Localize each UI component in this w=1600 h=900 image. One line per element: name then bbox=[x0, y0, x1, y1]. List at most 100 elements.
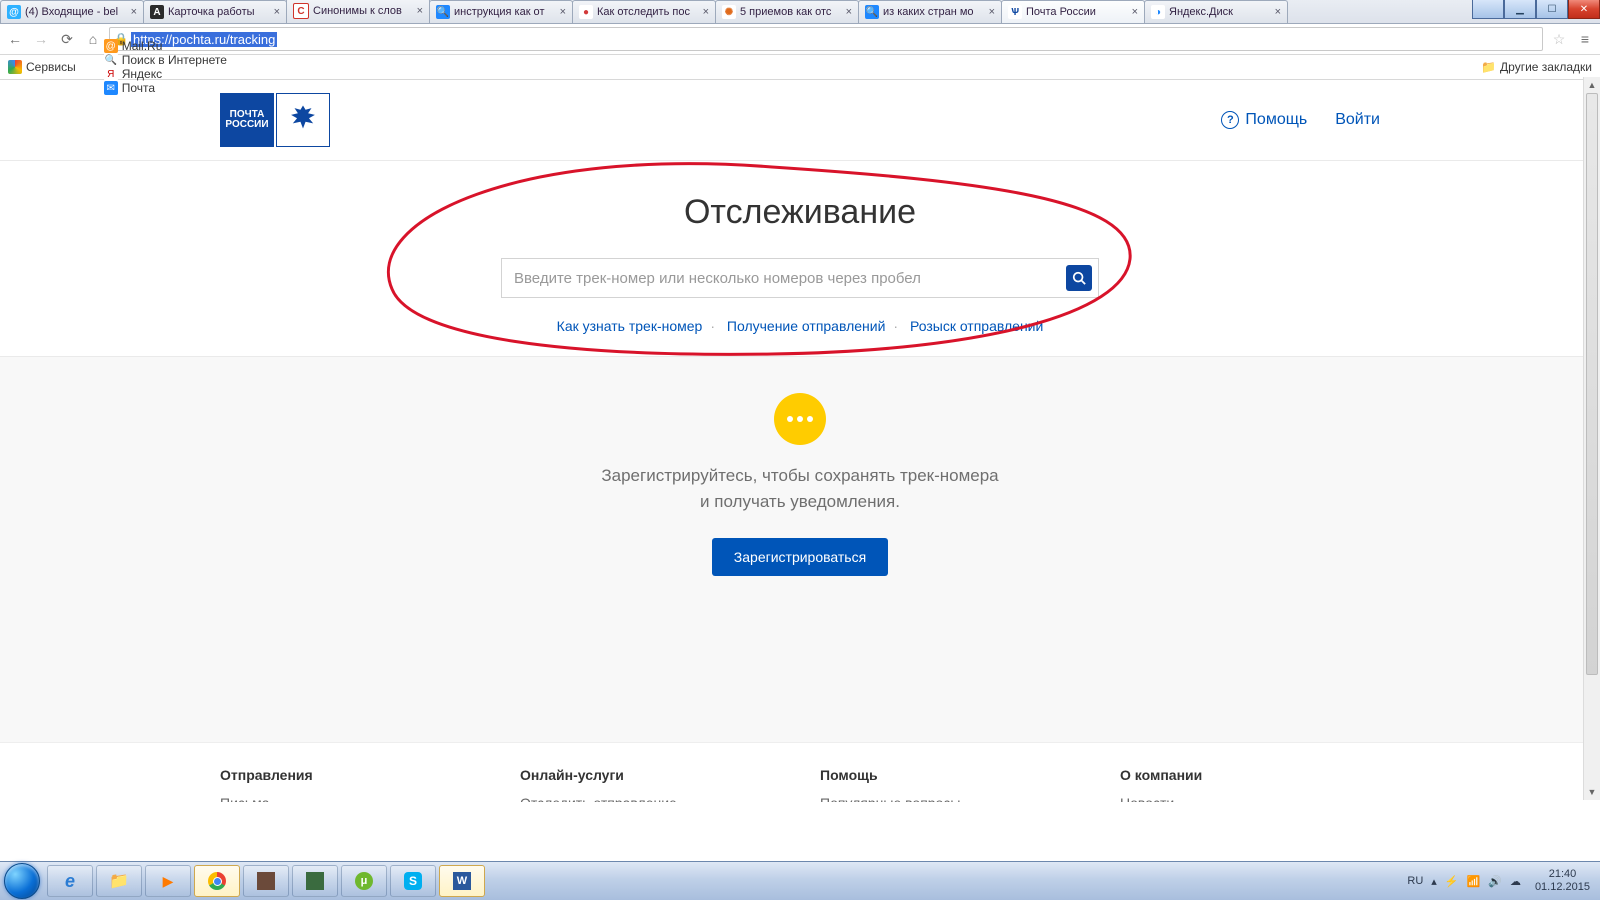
taskbar-ie[interactable]: e bbox=[47, 865, 93, 897]
register-section: Зарегистрируйтесь, чтобы сохранять трек-… bbox=[0, 357, 1600, 632]
help-link[interactable]: ? Помощь bbox=[1221, 111, 1307, 129]
window-maximize-btn[interactable]: ☐ bbox=[1536, 0, 1568, 19]
tab-close-icon[interactable]: × bbox=[703, 6, 709, 18]
other-bookmarks[interactable]: 📁 Другие закладки bbox=[1481, 60, 1592, 74]
footer-heading: Онлайн-услуги bbox=[520, 767, 780, 783]
bookmarks-bar: Сервисы @Mail.Ru🔍Поиск в ИнтернетеЯЯндек… bbox=[0, 55, 1600, 80]
app2-icon bbox=[306, 872, 324, 890]
tab-close-icon[interactable]: × bbox=[1132, 6, 1138, 18]
browser-tab[interactable]: A Карточка работы × bbox=[143, 0, 287, 23]
scroll-down-arrow[interactable]: ▼ bbox=[1584, 784, 1600, 800]
tab-close-icon[interactable]: × bbox=[846, 6, 852, 18]
taskbar-explorer[interactable]: 📁 bbox=[96, 865, 142, 897]
tab-close-icon[interactable]: × bbox=[989, 6, 995, 18]
tab-title: Синонимы к слов bbox=[313, 5, 413, 17]
footer-column: ОтправленияПисьмаПосылкиДенежные перевод… bbox=[220, 767, 480, 802]
site-footer: ОтправленияПисьмаПосылкиДенежные перевод… bbox=[0, 742, 1600, 802]
taskbar-mediaplayer[interactable]: ▶ bbox=[145, 865, 191, 897]
page-viewport: ПОЧТАРОССИИ ? Помощь Войти Отслеживание … bbox=[0, 80, 1600, 802]
apps-icon bbox=[8, 60, 22, 74]
bookmark-favicon: Я bbox=[104, 67, 118, 81]
window-blank-btn[interactable] bbox=[1472, 0, 1504, 19]
tab-favicon: ◑ bbox=[1151, 5, 1165, 19]
tab-close-icon[interactable]: × bbox=[131, 6, 137, 18]
browser-tab[interactable]: ѰПочта России× bbox=[1001, 0, 1145, 23]
tab-title: 5 приемов как отс bbox=[740, 6, 842, 18]
nav-reload-icon[interactable]: ⟳ bbox=[57, 29, 77, 49]
taskbar-app2[interactable] bbox=[292, 865, 338, 897]
tab-close-icon[interactable]: × bbox=[274, 6, 280, 18]
taskbar-word[interactable]: W bbox=[439, 865, 485, 897]
windows-orb-icon bbox=[4, 863, 40, 899]
bookmark-item[interactable]: 🔍Поиск в Интернете bbox=[104, 53, 227, 67]
tracking-search-button[interactable] bbox=[1066, 265, 1092, 291]
bookmark-item[interactable]: ЯЯндекс bbox=[104, 67, 227, 81]
bookmark-item[interactable]: @Mail.Ru bbox=[104, 39, 227, 53]
logo-eagle-icon bbox=[276, 93, 330, 147]
utorrent-icon: μ bbox=[355, 872, 373, 890]
browser-tab[interactable]: 🔍из каких стран мо× bbox=[858, 0, 1002, 23]
footer-link[interactable]: Отследить отправление bbox=[520, 795, 780, 802]
browser-tab[interactable]: 🔍 инструкция как от × bbox=[429, 0, 573, 23]
tracking-input-box bbox=[501, 258, 1099, 298]
tray-network-icon[interactable]: ☁ bbox=[1510, 875, 1521, 888]
tracking-input[interactable] bbox=[512, 269, 1066, 288]
site-header: ПОЧТАРОССИИ ? Помощь Войти bbox=[0, 80, 1600, 161]
taskbar-app1[interactable] bbox=[243, 865, 289, 897]
tray-clock[interactable]: 21:4001.12.2015 bbox=[1529, 868, 1596, 893]
page-scrollbar[interactable]: ▲ ▼ bbox=[1583, 77, 1600, 800]
footer-column: О компанииНовостиМиссия компанииРуководс… bbox=[1120, 767, 1380, 802]
tray-wifi-icon[interactable]: 📶 bbox=[1467, 875, 1481, 888]
tray-volume-icon[interactable]: 🔊 bbox=[1488, 875, 1502, 888]
apps-shortcut[interactable]: Сервисы bbox=[8, 60, 76, 74]
url-field[interactable]: 🔒 https://pochta.ru/tracking bbox=[109, 27, 1543, 51]
tray-lang[interactable]: RU bbox=[1407, 875, 1423, 887]
tab-close-icon[interactable]: × bbox=[417, 5, 423, 17]
footer-link[interactable]: Письма bbox=[220, 795, 480, 802]
nav-forward-icon[interactable]: → bbox=[31, 29, 51, 49]
track-link-search[interactable]: Розыск отправлений bbox=[910, 318, 1043, 334]
window-minimize-btn[interactable]: ▁ bbox=[1504, 0, 1536, 19]
browser-tab[interactable]: ●Как отследить пос× bbox=[572, 0, 716, 23]
taskbar-chrome[interactable] bbox=[194, 865, 240, 897]
browser-tab[interactable]: CСинонимы к слов× bbox=[286, 0, 430, 23]
tab-title: Карточка работы bbox=[168, 6, 270, 18]
browser-tab[interactable]: @(4) Входящие - bel× bbox=[0, 0, 144, 23]
ie-icon: e bbox=[65, 871, 75, 892]
tab-favicon: ● bbox=[579, 5, 593, 19]
site-logo[interactable]: ПОЧТАРОССИИ bbox=[220, 93, 330, 147]
browser-tab[interactable]: ✺5 приемов как отс× bbox=[715, 0, 859, 23]
nav-back-icon[interactable]: ← bbox=[5, 29, 25, 49]
tray-battery-icon[interactable]: ⚡ bbox=[1445, 875, 1459, 888]
tray-up-icon[interactable]: ▴ bbox=[1431, 875, 1437, 888]
bookmark-favicon: 🔍 bbox=[104, 53, 118, 67]
tab-close-icon[interactable]: × bbox=[1275, 6, 1281, 18]
bookmark-star-icon[interactable]: ☆ bbox=[1549, 29, 1569, 49]
folder-icon: 📁 bbox=[109, 871, 129, 891]
register-button[interactable]: Зарегистрироваться bbox=[712, 538, 888, 576]
start-button[interactable] bbox=[0, 862, 44, 900]
menu-icon[interactable]: ≡ bbox=[1575, 29, 1595, 49]
footer-heading: Отправления bbox=[220, 767, 480, 783]
login-link[interactable]: Войти bbox=[1335, 111, 1380, 129]
browser-tab[interactable]: ◑ Яндекс.Диск × bbox=[1144, 0, 1288, 23]
tab-favicon: A bbox=[150, 5, 164, 19]
window-controls: ▁ ☐ ✕ bbox=[1472, 0, 1600, 19]
track-link-howto[interactable]: Как узнать трек-номер bbox=[557, 318, 703, 334]
scroll-thumb[interactable] bbox=[1586, 93, 1598, 675]
scroll-up-arrow[interactable]: ▲ bbox=[1584, 77, 1600, 93]
footer-link[interactable]: Популярные вопросы bbox=[820, 795, 1080, 802]
search-icon bbox=[1072, 271, 1086, 285]
play-icon: ▶ bbox=[163, 873, 174, 890]
tab-title: инструкция как от bbox=[454, 6, 556, 18]
window-close-btn[interactable]: ✕ bbox=[1568, 0, 1600, 19]
tab-title: Яндекс.Диск bbox=[1169, 6, 1271, 18]
taskbar-skype[interactable]: S bbox=[390, 865, 436, 897]
footer-column: ПомощьПопулярные вопросыНаписать в чат п… bbox=[820, 767, 1080, 802]
tab-favicon: 🔍 bbox=[436, 5, 450, 19]
taskbar-utorrent[interactable]: μ bbox=[341, 865, 387, 897]
tab-close-icon[interactable]: × bbox=[560, 6, 566, 18]
track-link-receive[interactable]: Получение отправлений bbox=[727, 318, 886, 334]
footer-link[interactable]: Новости bbox=[1120, 795, 1380, 802]
footer-heading: О компании bbox=[1120, 767, 1380, 783]
